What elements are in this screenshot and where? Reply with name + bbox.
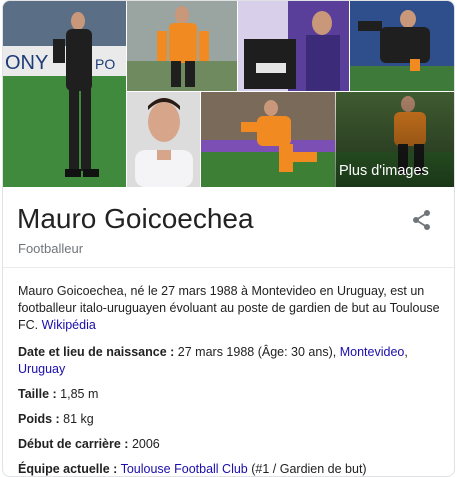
image-gallery: ONY PO Plus d'images	[3, 1, 454, 187]
fact-career-start: Début de carrière : 2006	[18, 436, 442, 453]
panel-header: Mauro Goicoechea Footballeur	[3, 187, 454, 268]
photo-diving-black-kit[interactable]	[350, 1, 454, 91]
more-images-overlay[interactable]: Plus d'images	[335, 92, 454, 187]
page-title: Mauro Goicoechea	[17, 203, 254, 234]
entity-subtitle: Footballeur	[18, 241, 84, 256]
fact-height: Taille : 1,85 m	[18, 386, 442, 403]
fact-height-value: 1,85 m	[60, 387, 99, 401]
birthplace-separator: ,	[404, 345, 408, 359]
photo-portrait-white-shirt[interactable]	[127, 92, 200, 187]
fact-weight-label: Poids :	[18, 412, 60, 426]
fact-current-team: Équipe actuelle : Toulouse Football Club…	[18, 461, 442, 476]
share-icon[interactable]	[411, 209, 433, 231]
birthplace-city-link[interactable]: Montevideo	[340, 345, 405, 359]
fact-current-team-label: Équipe actuelle :	[18, 462, 118, 476]
photo-orange-kit-saving[interactable]	[201, 92, 335, 187]
wikipedia-link[interactable]: Wikipédia	[42, 318, 96, 332]
photo-goalkeeper-black-kit[interactable]: ONY PO	[3, 1, 126, 187]
photo-holding-jersey[interactable]	[238, 1, 349, 91]
fact-weight-value: 81 kg	[63, 412, 94, 426]
fact-birth: Date et lieu de naissance : 27 mars 1988…	[18, 344, 442, 378]
panel-body: Mauro Goicoechea, né le 27 mars 1988 à M…	[18, 283, 442, 476]
fact-birth-value: 27 mars 1988 (Âge: 30 ans),	[177, 345, 337, 359]
more-images-label[interactable]: Plus d'images	[339, 163, 429, 179]
fact-career-start-label: Début de carrière :	[18, 437, 129, 451]
fact-weight: Poids : 81 kg	[18, 411, 442, 428]
fact-birth-label: Date et lieu de naissance :	[18, 345, 175, 359]
fact-career-start-value: 2006	[131, 437, 160, 451]
photo-orange-kit-standing[interactable]	[127, 1, 237, 91]
description: Mauro Goicoechea, né le 27 mars 1988 à M…	[18, 283, 442, 334]
birthplace-country-link[interactable]: Uruguay	[18, 362, 65, 376]
svg-text:ONY: ONY	[5, 52, 48, 74]
fact-current-team-value: (#1 / Gardien de but)	[251, 462, 367, 476]
current-team-link[interactable]: Toulouse Football Club	[121, 462, 248, 476]
svg-text:PO: PO	[95, 56, 115, 72]
knowledge-panel: ONY PO Plus d'images Mauro Goicoechea Fo…	[2, 0, 455, 477]
fact-height-label: Taille :	[18, 387, 57, 401]
